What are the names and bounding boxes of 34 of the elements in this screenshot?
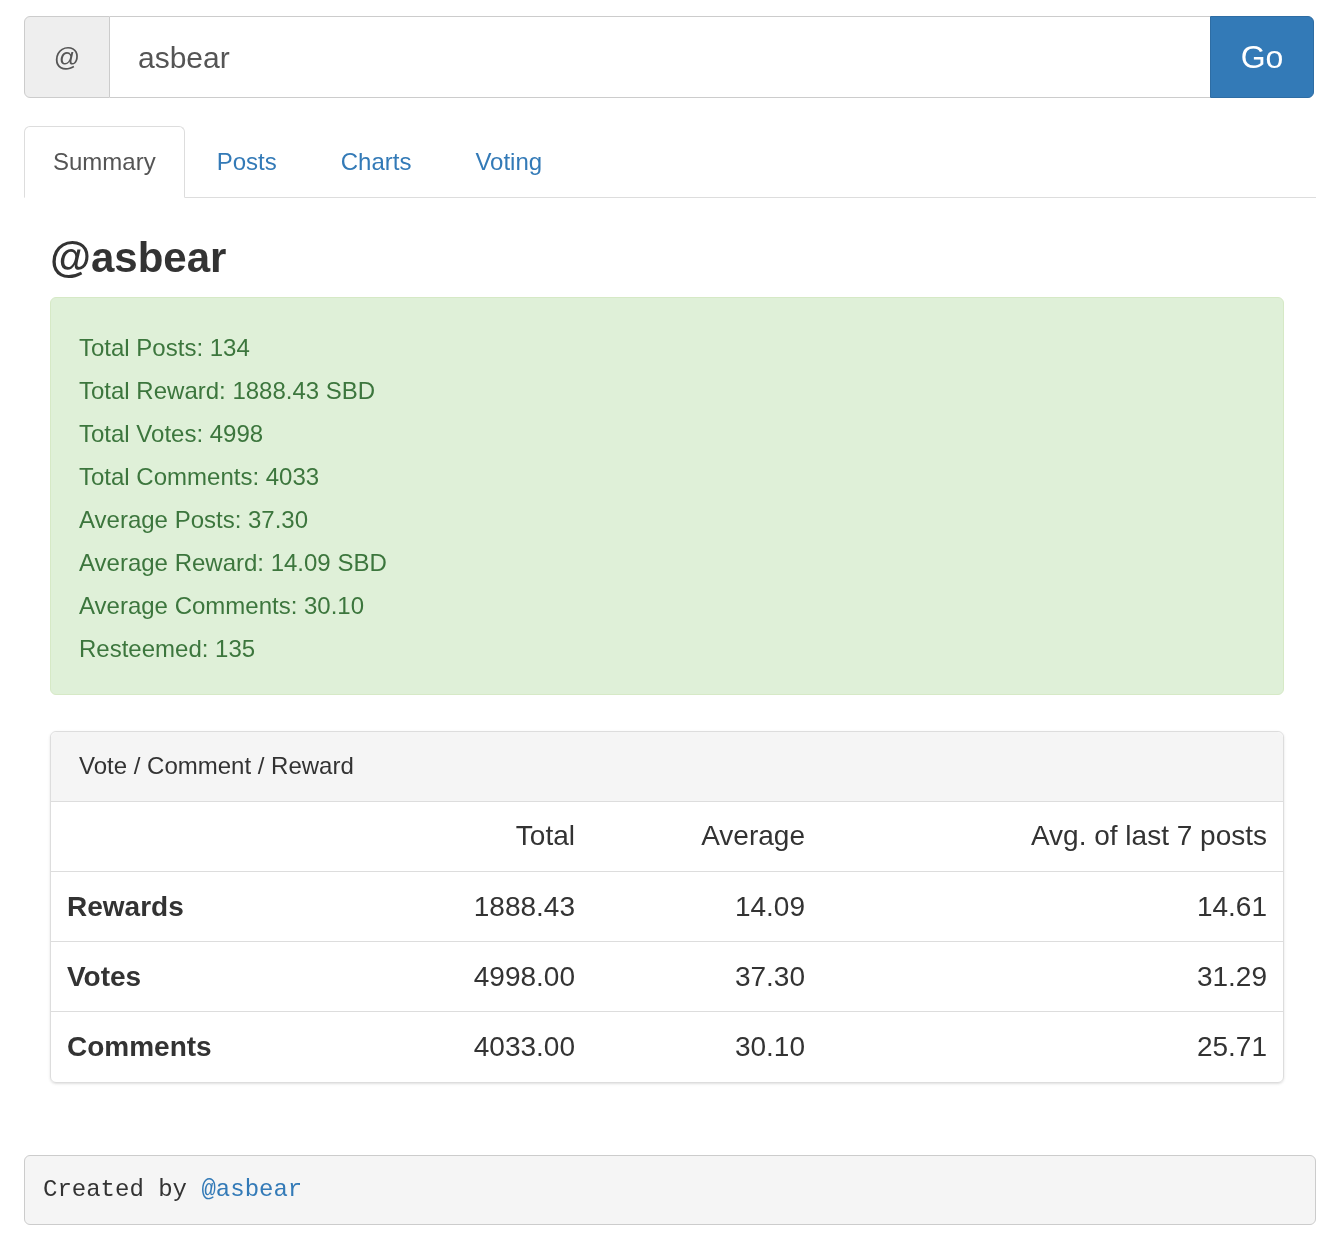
row-label: Votes bbox=[51, 941, 351, 1012]
table-cell: 4998.00 bbox=[351, 941, 591, 1012]
go-button[interactable]: Go bbox=[1210, 16, 1314, 98]
table-cell: 31.29 bbox=[821, 941, 1283, 1012]
table-cell: 4033.00 bbox=[351, 1011, 591, 1082]
tab[interactable]: Voting bbox=[443, 126, 575, 197]
table-cell: 14.09 bbox=[591, 871, 821, 942]
stat-text: Total Comments: 4033 bbox=[79, 461, 320, 492]
stat-text: Average Comments: 30.10 bbox=[79, 590, 365, 621]
row-label: Rewards bbox=[51, 871, 351, 942]
table-cell: 37.30 bbox=[591, 941, 821, 1012]
table-cell: 30.10 bbox=[591, 1011, 821, 1082]
stat-text: Total Reward: 1888.43 SBD bbox=[79, 375, 376, 406]
stat-text: Average Reward: 14.09 SBD bbox=[79, 547, 387, 578]
column-header: Avg. of last 7 posts bbox=[821, 801, 1283, 872]
tab[interactable]: Summary bbox=[24, 126, 185, 198]
at-addon: @ bbox=[24, 16, 110, 98]
table-cell: 14.61 bbox=[821, 871, 1283, 942]
table-cell: 25.71 bbox=[821, 1011, 1283, 1082]
stat-text: Average Posts: 37.30 bbox=[79, 504, 309, 535]
panel-title: Vote / Comment / Reward bbox=[79, 751, 354, 781]
username-field[interactable]: asbear bbox=[110, 16, 1210, 98]
table-cell: 1888.43 bbox=[351, 871, 591, 942]
tab[interactable]: Posts bbox=[184, 126, 309, 197]
footer-text: Created by @asbear bbox=[43, 1174, 303, 1205]
column-header: Total bbox=[351, 801, 591, 872]
stat-text: Total Posts: 134 bbox=[79, 332, 250, 363]
column-header: Average bbox=[591, 801, 821, 872]
tab[interactable]: Charts bbox=[308, 126, 444, 197]
author-link[interactable]: @asbear bbox=[201, 1175, 303, 1203]
stat-text: Total Votes: 4998 bbox=[79, 418, 264, 449]
stat-text: Resteemed: 135 bbox=[79, 633, 256, 664]
page-heading: @asbear bbox=[50, 233, 228, 283]
row-label: Comments bbox=[51, 1011, 351, 1082]
